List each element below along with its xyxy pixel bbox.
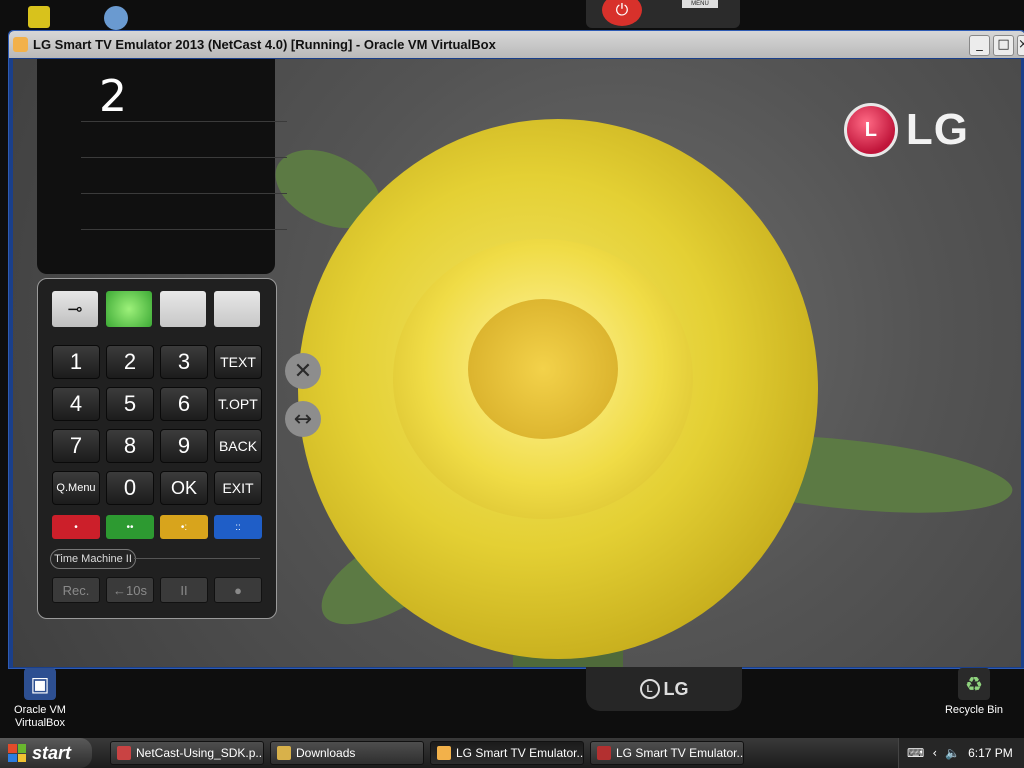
key-t-opt[interactable]: T.OPT — [214, 387, 262, 421]
time-machine-divider — [134, 558, 260, 559]
clock[interactable]: 6:17 PM — [968, 746, 1013, 760]
key-3[interactable]: 3 — [160, 345, 208, 379]
channel-line — [81, 229, 287, 230]
maximize-button[interactable]: □ — [993, 35, 1014, 56]
virtualbox-icon: ▣ — [24, 668, 56, 700]
desktop-icon-label: Oracle VM VirtualBox — [14, 704, 66, 729]
task-label: Downloads — [296, 746, 356, 760]
virtualbox-icon — [13, 37, 28, 52]
task-netcast-sdk[interactable]: NetCast-Using_SDK.p... — [110, 741, 264, 765]
gray-top-key[interactable] — [214, 291, 260, 327]
emulator-icon — [597, 746, 611, 760]
recycle-bin-icon: ♻ — [958, 668, 990, 700]
virtualbox-window: LG Smart TV Emulator 2013 (NetCast 4.0) … — [8, 30, 1024, 669]
window-titlebar[interactable]: LG Smart TV Emulator 2013 (NetCast 4.0) … — [9, 31, 1024, 58]
task-lg-emulator-vbox[interactable]: LG Smart TV Emulator... — [430, 741, 584, 765]
green-key[interactable]: •• — [106, 515, 154, 539]
desktop-icon-recycle-bin[interactable]: ♻ Recycle Bin — [934, 668, 1014, 717]
rose-center — [468, 299, 618, 439]
lg-logo: L LG — [843, 103, 969, 157]
key-1[interactable]: 1 — [52, 345, 100, 379]
key-back[interactable]: BACK — [214, 429, 262, 463]
desktop-app-icon[interactable] — [28, 6, 50, 28]
key-5[interactable]: 5 — [106, 387, 154, 421]
menu-button[interactable]: MENU — [682, 0, 718, 8]
minimize-button[interactable]: _ — [969, 35, 990, 56]
pause-button[interactable]: II — [160, 577, 208, 603]
gray-top-key[interactable] — [160, 291, 206, 327]
resize-icon[interactable]: ↔ — [285, 401, 321, 437]
windows-logo-icon — [8, 744, 26, 762]
start-button[interactable]: start — [0, 738, 92, 768]
task-downloads[interactable]: Downloads — [270, 741, 424, 765]
key-7[interactable]: 7 — [52, 429, 100, 463]
start-label: start — [32, 742, 72, 763]
system-tray: ⌨ ‹ 🔈 6:17 PM — [898, 738, 1024, 768]
task-label: LG Smart TV Emulator... — [616, 746, 744, 760]
key-q-menu[interactable]: Q.Menu — [52, 471, 100, 505]
lg-mini-icon: L — [639, 679, 660, 699]
keyboard-icon[interactable]: ⌨ — [907, 746, 924, 760]
channel-line — [81, 121, 287, 122]
tv-screen[interactable]: L LG 2 ⊸ 1 2 3 TEXT 4 5 6 T.OPT 7 8 9 BA… — [13, 59, 1021, 667]
input-icon[interactable]: ⊸ — [52, 291, 98, 327]
stop-button[interactable]: ● — [214, 577, 262, 603]
key-exit[interactable]: EXIT — [214, 471, 262, 505]
lg-mini-text: LG — [663, 678, 689, 699]
blue-key[interactable]: :: — [214, 515, 262, 539]
channel-display-panel: 2 — [37, 59, 287, 274]
folder-icon — [277, 746, 291, 760]
window-title: LG Smart TV Emulator 2013 (NetCast 4.0) … — [33, 37, 496, 52]
key-text[interactable]: TEXT — [214, 345, 262, 379]
green-top-key[interactable] — [106, 291, 152, 327]
rec-button[interactable]: Rec. — [52, 577, 100, 603]
key-2[interactable]: 2 — [106, 345, 154, 379]
chevron-left-icon[interactable]: ‹ — [932, 746, 937, 760]
bottom-remote-strip: L LG — [586, 667, 742, 711]
desktop-icon-label: Recycle Bin — [944, 704, 1004, 716]
lg-logo-mark: L — [843, 103, 898, 157]
desktop-globe-icon[interactable] — [104, 6, 128, 30]
task-label: NetCast-Using_SDK.p... — [136, 746, 264, 760]
key-0[interactable]: 0 — [106, 471, 154, 505]
taskbar: start NetCast-Using_SDK.p... Downloads L… — [0, 738, 1024, 768]
channel-line — [81, 193, 287, 194]
lg-logo-text: LG — [905, 105, 969, 154]
task-label: LG Smart TV Emulator... — [456, 746, 584, 760]
close-icon[interactable]: ✕ — [285, 353, 321, 389]
desktop-icon-virtualbox[interactable]: ▣ Oracle VM VirtualBox — [0, 668, 80, 730]
virtualbox-icon — [437, 746, 451, 760]
key-9[interactable]: 9 — [160, 429, 208, 463]
rewind-10s-button[interactable]: ←10s — [106, 577, 154, 603]
key-ok[interactable]: OK — [160, 471, 208, 505]
red-key[interactable]: • — [52, 515, 100, 539]
time-machine-label: Time Machine II — [50, 549, 136, 569]
pdf-icon — [117, 746, 131, 760]
remote-control: ⊸ 1 2 3 TEXT 4 5 6 T.OPT 7 8 9 BACK Q.Me… — [37, 278, 277, 619]
key-6[interactable]: 6 — [160, 387, 208, 421]
close-button[interactable]: × — [1017, 35, 1024, 56]
key-4[interactable]: 4 — [52, 387, 100, 421]
channel-line — [81, 157, 287, 158]
speaker-icon[interactable]: 🔈 — [945, 746, 960, 760]
yellow-key[interactable]: •: — [160, 515, 208, 539]
channel-number: 2 — [99, 71, 127, 122]
task-lg-emulator[interactable]: LG Smart TV Emulator... — [590, 741, 744, 765]
key-8[interactable]: 8 — [106, 429, 154, 463]
